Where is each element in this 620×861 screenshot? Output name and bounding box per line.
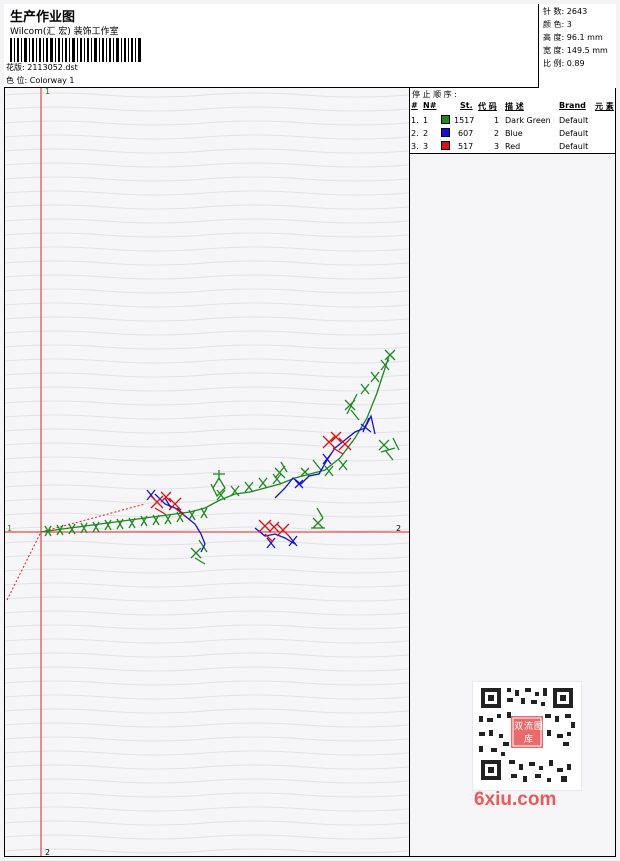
stitch-drawing [5,88,409,856]
row-code: 1 [494,116,500,125]
row-code: 3 [494,142,500,151]
axis-label-left: 1 [7,524,13,533]
row-brand: Default [559,116,589,125]
stop-sequence-title: 停 止 顺 序 : [412,90,457,99]
qr-center-text: 双 流 图 库 [514,722,543,745]
design-canvas: 1 1 2 2 [5,87,409,857]
row-brand: Default [559,129,589,138]
stat-stitches: 针 数: 2643 [543,6,587,17]
stat-scale: 比 例: 0.89 [543,58,585,69]
stat-label: 宽 度: [543,46,565,55]
stats-panel: 针 数: 2643 颜 色: 3 高 度: 96.1 mm 宽 度: 149.5… [538,4,616,88]
row-stitches: 607 [458,129,474,138]
col-code: 代 码 [478,102,497,111]
studio-subtitle: Wilcom(汇 宏) 装饰工作室 [10,27,119,37]
row-brand: Default [559,142,589,151]
barcode [10,38,141,62]
design-file-line: 花版: 2113052.dst [6,62,78,73]
colorway-line: 色 位: Colorway 1 [6,75,75,86]
row-index: 2. [411,129,419,138]
design-file-value: 2113052.dst [27,63,78,72]
stat-value: 2643 [566,7,588,16]
row-description: Dark Green [505,116,551,125]
stat-label: 比 例: [543,59,565,68]
stat-value: 96.1 mm [566,33,603,42]
header: 生产作业图 Wilcom(汇 宏) 装饰工作室 花版: 2113052.dst … [4,4,616,88]
col-stitches: St. [460,101,473,110]
col-number: N# [423,101,437,110]
watermark-text: 6xiu.com [474,789,557,810]
stat-height: 高 度: 96.1 mm [543,32,603,43]
row-stitches: 1517 [454,116,475,125]
colorway-label: 色 位: [6,76,28,85]
col-description: 描 述 [505,102,524,111]
row-description: Blue [505,129,523,138]
axis-label-top: 1 [45,87,51,96]
page-title: 生产作业图 [10,10,76,25]
stat-value: 149.5 mm [566,46,608,55]
row-number: 1 [423,116,429,125]
stat-width: 宽 度: 149.5 mm [543,45,608,56]
col-brand: Brand [559,101,586,110]
stat-value: 3 [566,20,572,29]
qr-code: 双 流 图 库 [472,681,582,791]
row-index: 3. [411,142,419,151]
stat-label: 高 度: [543,33,565,42]
row-index: 1. [411,116,419,125]
row-code: 2 [494,129,500,138]
color-swatch-green [441,115,450,124]
axis-label-bottom: 2 [45,848,51,857]
axis-label-right: 2 [396,524,402,533]
stat-colors: 颜 色: 3 [543,19,572,30]
stat-label: 颜 色: [543,20,565,29]
stat-value: 0.89 [566,59,585,68]
row-number: 2 [423,129,429,138]
row-stitches: 517 [458,142,474,151]
stat-label: 针 数: [543,7,565,16]
row-number: 3 [423,142,429,151]
design-file-label: 花版: [6,63,25,72]
colorway-value: Colorway 1 [29,76,75,85]
col-hash: # [411,101,418,110]
col-element: 元 素 [595,102,614,111]
stop-sequence-table: 停 止 顺 序 : # N# St. 代 码 描 述 Brand 元 素 1. … [410,88,615,154]
color-swatch-blue [441,128,450,137]
color-swatch-red [441,141,450,150]
row-description: Red [505,142,521,151]
